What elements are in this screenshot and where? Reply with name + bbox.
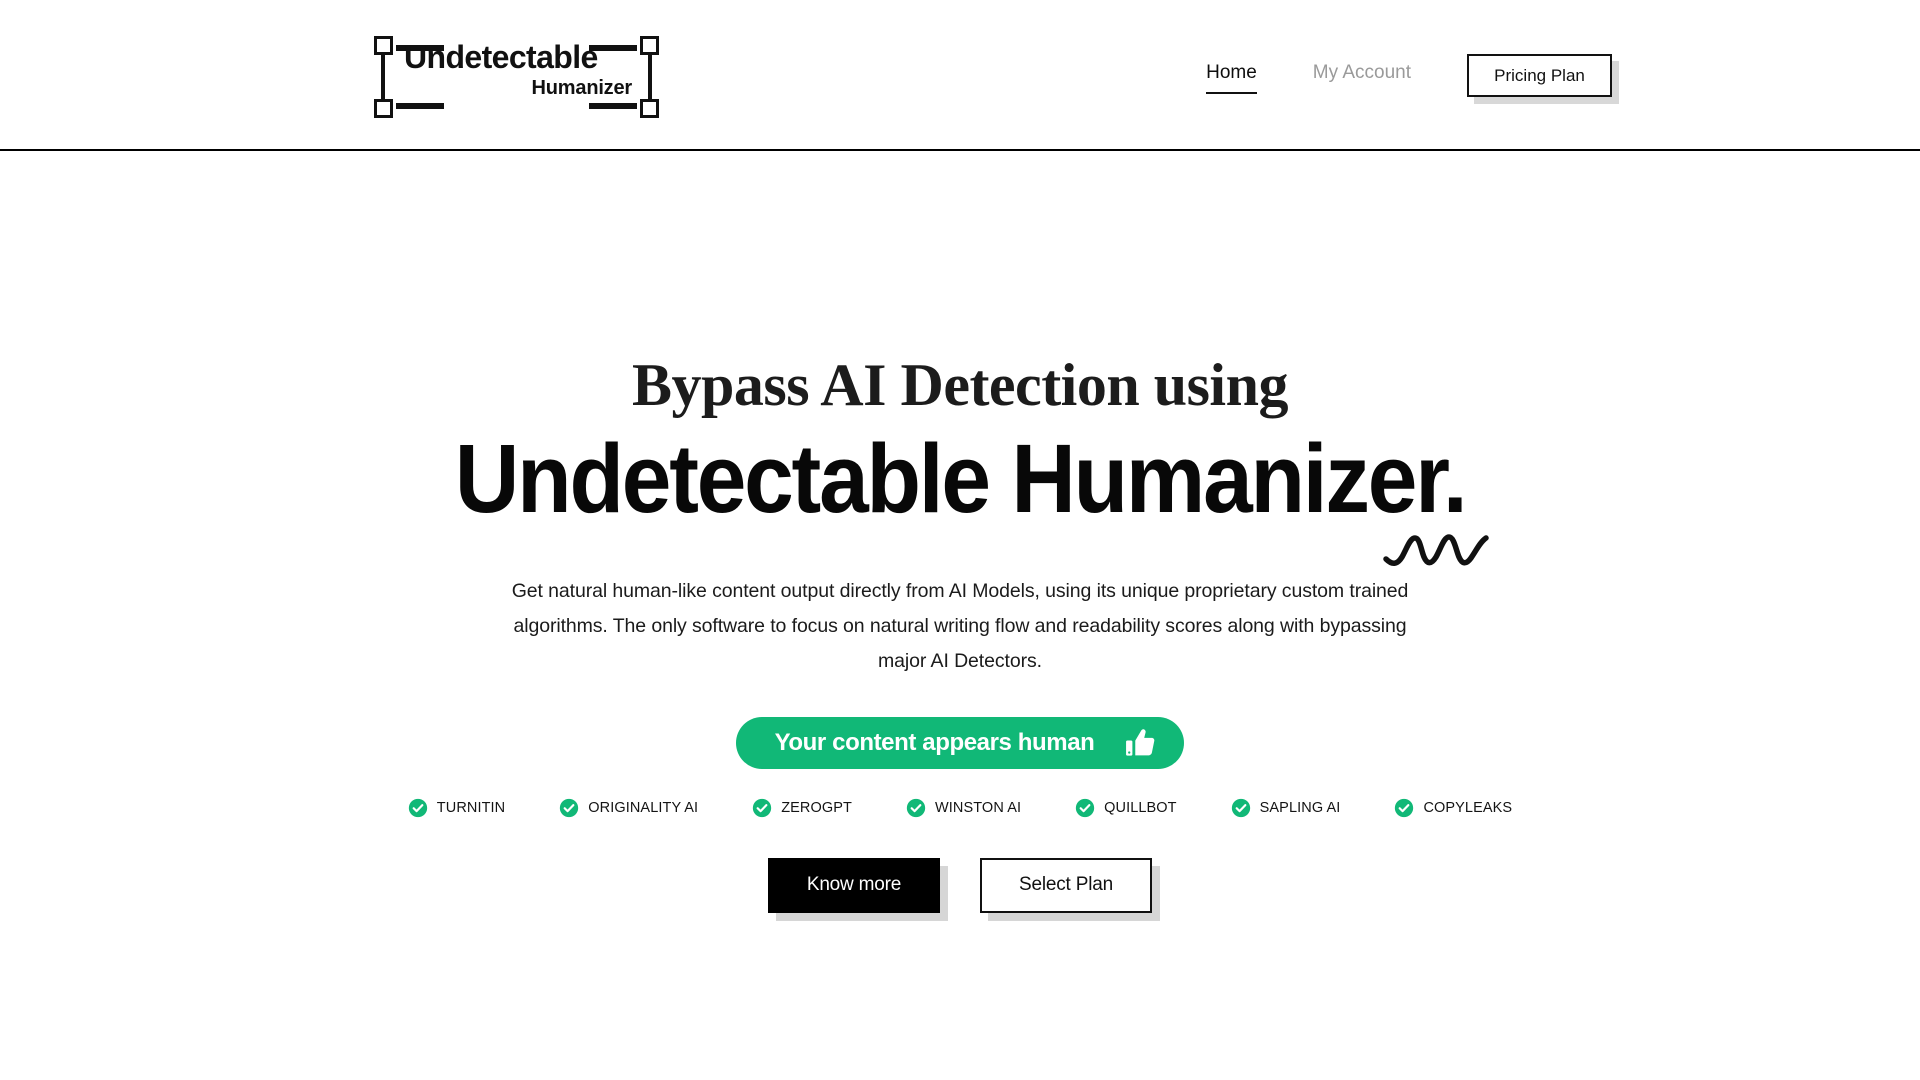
pricing-plan-button[interactable]: Pricing Plan [1467, 54, 1612, 97]
check-circle-icon [1075, 798, 1095, 817]
hero-paragraph: Get natural human-like content output di… [511, 579, 1409, 672]
logo-handle-top-right [640, 36, 659, 55]
thumbs-up-icon [1126, 729, 1155, 756]
check-circle-icon [560, 798, 579, 817]
detector-label: WINSTON AI [934, 799, 1022, 816]
logo-handle-bottom-left [374, 99, 393, 118]
detector-label: COPYLEAKS [1423, 799, 1513, 816]
logo-main-text: Undetectable [404, 39, 598, 75]
detector-label: QUILLBOT [1104, 799, 1177, 816]
hero-cta-group: Know more Select Plan [0, 857, 1920, 921]
squiggle-underline-icon [1383, 534, 1489, 566]
main-navigation: Home My Account Pricing Plan [1206, 0, 1619, 151]
detector-item: ORIGINALITY AI [559, 798, 698, 818]
detector-item: TURNITIN [408, 798, 505, 818]
detector-item: COPYLEAKS [1394, 798, 1512, 818]
hero-headline-line-1: Bypass AI Detection using [632, 352, 1288, 418]
detector-item: SAPLING AI [1231, 798, 1341, 818]
site-logo[interactable]: Undetectable Humanizer [374, 26, 659, 126]
detector-label: TURNITIN [436, 799, 506, 816]
check-circle-icon [1231, 798, 1250, 817]
supported-detectors-list: TURNITIN ORIGINALITY AI ZEROGPT WINSTON … [0, 798, 1920, 818]
site-header: Undetectable Humanizer Home My Account P… [0, 0, 1920, 151]
human-status-badge: Your content appears human [736, 716, 1184, 769]
detector-item: ZEROGPT [752, 798, 852, 818]
select-plan-button-wrap: Select Plan [980, 857, 1160, 921]
hero-section: Bypass AI Detection using Undetectable H… [0, 352, 1920, 921]
detector-label: ZEROGPT [781, 799, 852, 816]
check-circle-icon [906, 798, 926, 817]
hero-headline-line-2-wrap: Undetectable Humanizer. [411, 424, 1509, 566]
nav-item-home[interactable]: Home [1206, 62, 1257, 94]
select-plan-button[interactable]: Select Plan [980, 857, 1152, 913]
detector-item: WINSTON AI [906, 798, 1021, 818]
logo-bracket-bottom-left [396, 103, 444, 109]
hero-headline-line-2: Undetectable Humanizer. [454, 424, 1468, 533]
nav-item-my-account[interactable]: My Account [1313, 62, 1411, 90]
logo-handle-top-left [374, 36, 393, 55]
know-more-button[interactable]: Know more [768, 857, 940, 913]
check-circle-icon [1395, 798, 1414, 817]
logo-handle-bottom-right [640, 99, 659, 118]
detector-item: QUILLBOT [1075, 798, 1177, 818]
check-circle-icon [408, 798, 427, 817]
logo-bracket-bottom-right [589, 103, 637, 109]
detector-label: SAPLING AI [1259, 799, 1341, 816]
pricing-plan-button-wrap: Pricing Plan [1467, 54, 1619, 104]
human-status-badge-label: Your content appears human [774, 728, 1095, 756]
logo-sub-text: Humanizer [531, 77, 633, 100]
detector-label: ORIGINALITY AI [588, 799, 699, 816]
check-circle-icon [753, 798, 772, 817]
logo-wordmark: Undetectable Humanizer [404, 39, 634, 100]
know-more-button-wrap: Know more [768, 857, 948, 921]
